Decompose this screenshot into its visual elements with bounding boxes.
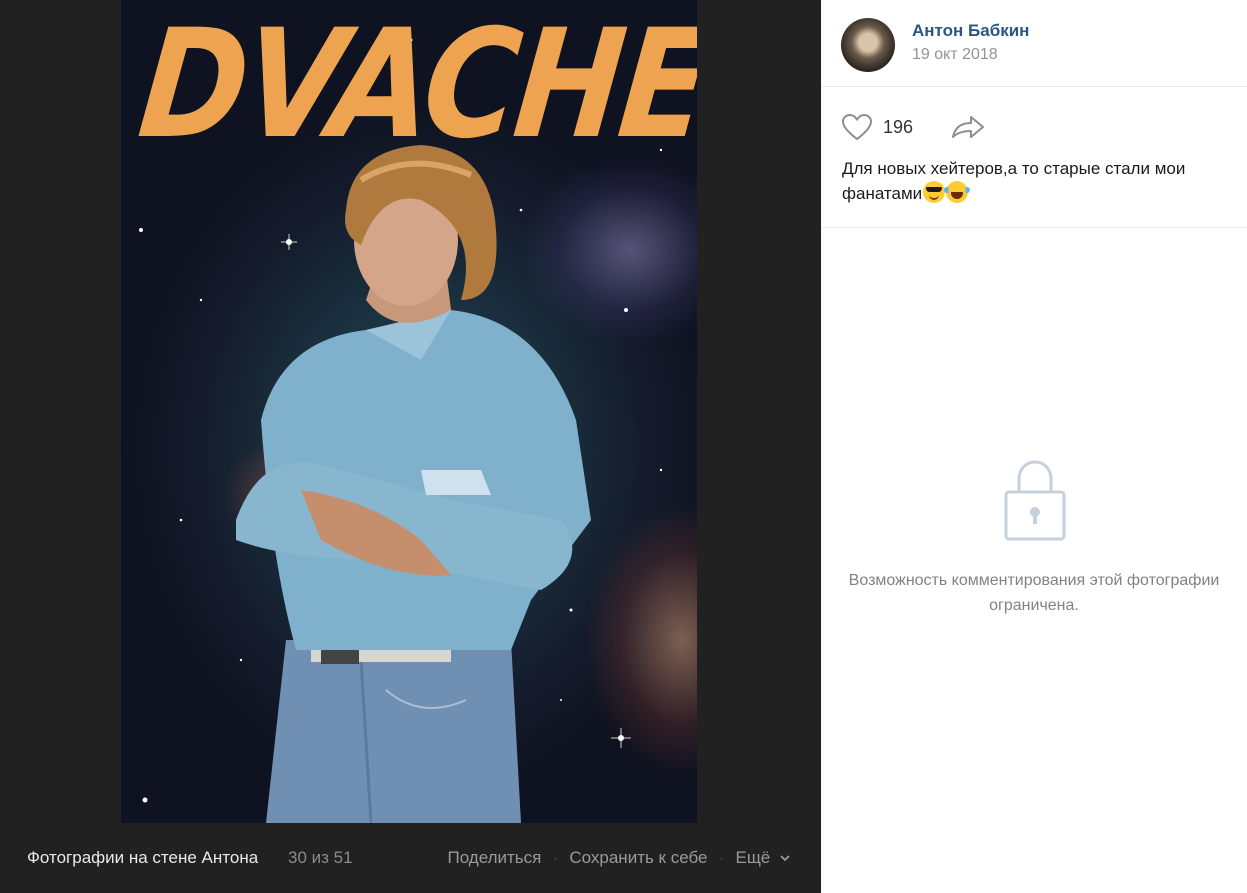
poster-title: DVACHER: [131, 0, 697, 172]
photo-viewer: DVACHER Фотографии на стене Антона 30 из…: [0, 0, 821, 893]
face-with-tears-of-joy-icon: [944, 181, 971, 203]
viewer-actions: Поделиться · Сохранить к себе · Ещё: [447, 848, 790, 868]
heart-icon[interactable]: [841, 113, 873, 141]
share-link[interactable]: Поделиться: [447, 848, 541, 868]
save-link[interactable]: Сохранить к себе: [569, 848, 707, 868]
author-header: Антон Бабкин 19 окт 2018: [821, 0, 1247, 87]
separator-dot: ·: [719, 851, 724, 865]
post-date[interactable]: 19 окт 2018: [912, 46, 998, 64]
lock-icon: [1004, 460, 1066, 541]
separator-dot: ·: [553, 851, 558, 865]
like-count: 196: [883, 116, 914, 137]
share-arrow-icon[interactable]: [951, 114, 985, 140]
post-panel: Антон Бабкин 19 окт 2018 196 Для новых х…: [821, 0, 1247, 893]
post-caption: Для новых хейтеров,а то старые стали мои…: [842, 156, 1232, 206]
album-title[interactable]: Фотографии на стене Антона: [27, 848, 258, 868]
chevron-down-icon: [780, 855, 790, 862]
caption-text: Для новых хейтеров,а то старые стали мои…: [842, 159, 1186, 203]
more-menu[interactable]: Ещё: [735, 848, 790, 868]
author-name[interactable]: Антон Бабкин: [912, 21, 1029, 41]
photo[interactable]: DVACHER: [121, 0, 697, 823]
avatar[interactable]: [841, 18, 895, 72]
reactions-bar: 196: [841, 112, 985, 142]
comments-locked-message: Возможность комментирования этой фотогра…: [848, 572, 1220, 614]
smiling-face-with-sunglasses-icon: [923, 181, 946, 203]
more-label: Ещё: [735, 848, 771, 867]
photo-counter: 30 из 51: [288, 848, 353, 867]
divider: [821, 227, 1247, 228]
